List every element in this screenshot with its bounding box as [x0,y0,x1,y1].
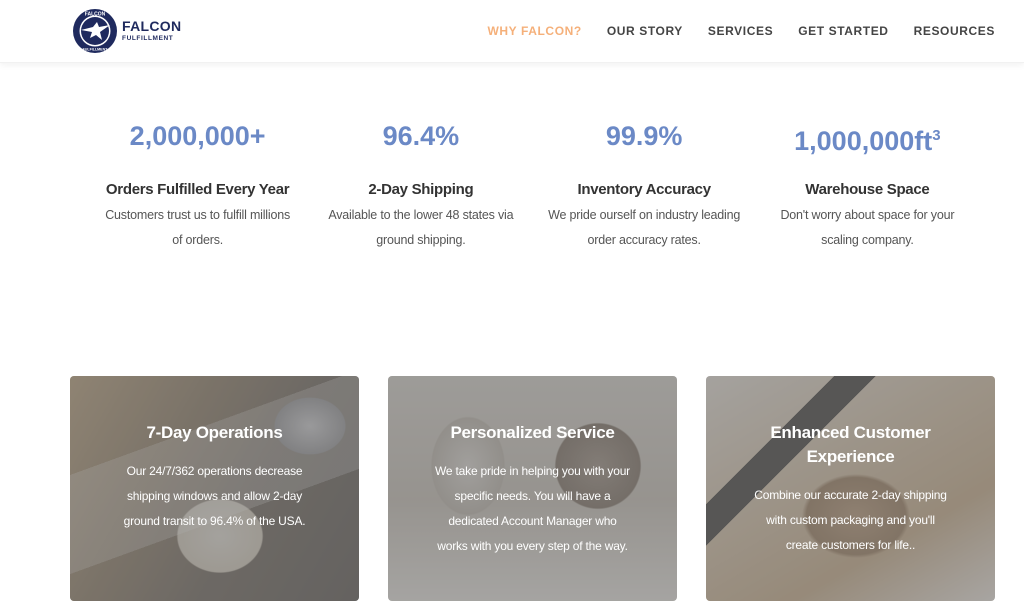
svg-text:FALCON: FALCON [85,12,106,18]
site-header: FALCON FULFILLMENT FALCON FULFILLMENT WH… [0,0,1024,63]
logo-link[interactable]: FALCON FULFILLMENT FALCON FULFILLMENT [72,8,181,54]
stat-value: 96.4% [382,121,460,151]
nav-our-story[interactable]: OUR STORY [607,24,683,38]
feature-cards: 7-Day Operations Our 24/7/362 operations… [70,376,995,601]
stat-title: Orders Fulfilled Every Year [105,181,290,198]
card-personalized-service[interactable]: Personalized Service We take pride in he… [388,376,677,601]
stats-section: 2,000,000+ Orders Fulfilled Every Year C… [86,118,979,253]
nav-services[interactable]: SERVICES [708,24,773,38]
logo-line-1: FALCON [122,18,182,34]
nav-get-started[interactable]: GET STARTED [798,24,888,38]
card-description: We take pride in helping you with your sp… [435,464,630,553]
logo-wordmark: FALCON FULFILLMENT [122,19,181,43]
card-title: 7-Day Operations [146,423,283,442]
stat-title: Inventory Accuracy [577,181,711,198]
nav-why-falcon[interactable]: WHY FALCON? [487,24,581,38]
stat-description: Available to the lower 48 states via grou… [328,208,514,247]
stat-description: Don't worry about space for your scaling … [780,208,955,247]
card-enhanced-customer-experience[interactable]: Enhanced Customer Experience Combine our … [706,376,995,601]
card-description: Our 24/7/362 operations decrease shipping… [123,464,306,528]
stat-description: Customers trust us to fulfill millions of… [105,208,291,247]
card-7-day-operations[interactable]: 7-Day Operations Our 24/7/362 operations… [70,376,359,601]
stat-shipping: 96.4% 2-Day Shipping Available to the lo… [309,118,532,253]
stat-orders: 2,000,000+ Orders Fulfilled Every Year C… [86,118,309,253]
card-title: Personalized Service [450,423,615,442]
falcon-logo-icon: FALCON FULFILLMENT [73,9,117,53]
logo-line-2: FULFILLMENT [122,35,174,42]
nav-resources[interactable]: RESOURCES [914,24,995,38]
svg-text:FULFILLMENT: FULFILLMENT [83,48,109,52]
stat-value: 99.9% [605,121,683,151]
stat-accuracy: 99.9% Inventory Accuracy We pride oursel… [533,118,756,253]
stat-warehouse: 1,000,000ft3 Warehouse Space Don't worry… [756,118,979,253]
stat-value: 1,000,000ft3 [794,126,941,156]
card-description: Combine our accurate 2-day shipping with … [754,488,947,552]
stat-value: 2,000,000+ [129,121,266,151]
card-title: Enhanced Customer Experience [770,423,931,466]
stat-title: 2-Day Shipping [368,181,474,198]
stat-title: Warehouse Space [805,181,930,198]
main-nav: WHY FALCON? OUR STORY SERVICES GET START… [462,24,995,38]
stat-description: We pride ourself on industry leading orde… [548,208,741,247]
